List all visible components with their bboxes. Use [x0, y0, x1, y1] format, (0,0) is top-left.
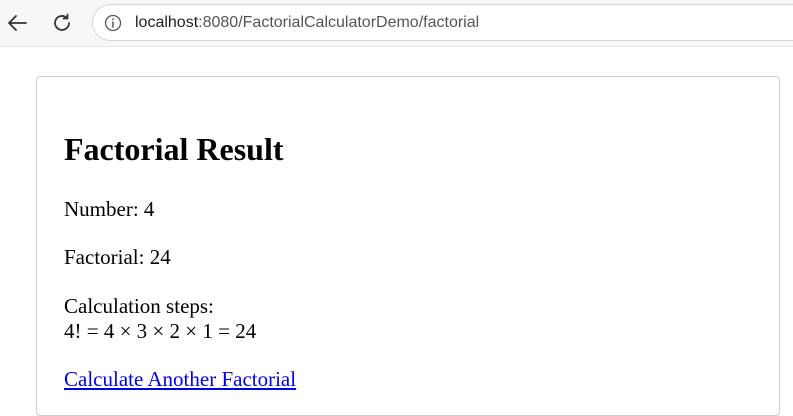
- back-arrow-icon: [8, 15, 27, 31]
- factorial-line: Factorial: 24: [64, 245, 171, 269]
- calculate-another-link[interactable]: Calculate Another Factorial: [64, 367, 296, 391]
- back-button[interactable]: [4, 10, 30, 36]
- result-card: Factorial Result Number: 4 Factorial: 24…: [36, 76, 780, 416]
- reload-button[interactable]: [49, 10, 75, 36]
- url-text[interactable]: localhost:8080/FactorialCalculatorDemo/f…: [135, 14, 479, 32]
- steps-expression: 4! = 4 × 3 × 2 × 1 = 24: [64, 319, 257, 343]
- number-label: Number:: [64, 197, 139, 221]
- number-value: 4: [143, 197, 155, 221]
- steps-label: Calculation steps:: [64, 294, 214, 318]
- browser-toolbar: localhost:8080/FactorialCalculatorDemo/f…: [0, 0, 793, 47]
- url-path: :8080/FactorialCalculatorDemo/factorial: [198, 14, 480, 31]
- page-content: Factorial Result Number: 4 Factorial: 24…: [0, 47, 793, 416]
- page-title: Factorial Result: [64, 131, 284, 167]
- address-bar[interactable]: localhost:8080/FactorialCalculatorDemo/f…: [92, 4, 793, 41]
- number-line: Number: 4: [64, 197, 154, 221]
- info-icon[interactable]: [104, 14, 122, 32]
- factorial-value: 24: [149, 245, 171, 269]
- factorial-label: Factorial:: [64, 245, 145, 269]
- reload-icon: [54, 13, 70, 31]
- url-host: localhost: [135, 14, 199, 31]
